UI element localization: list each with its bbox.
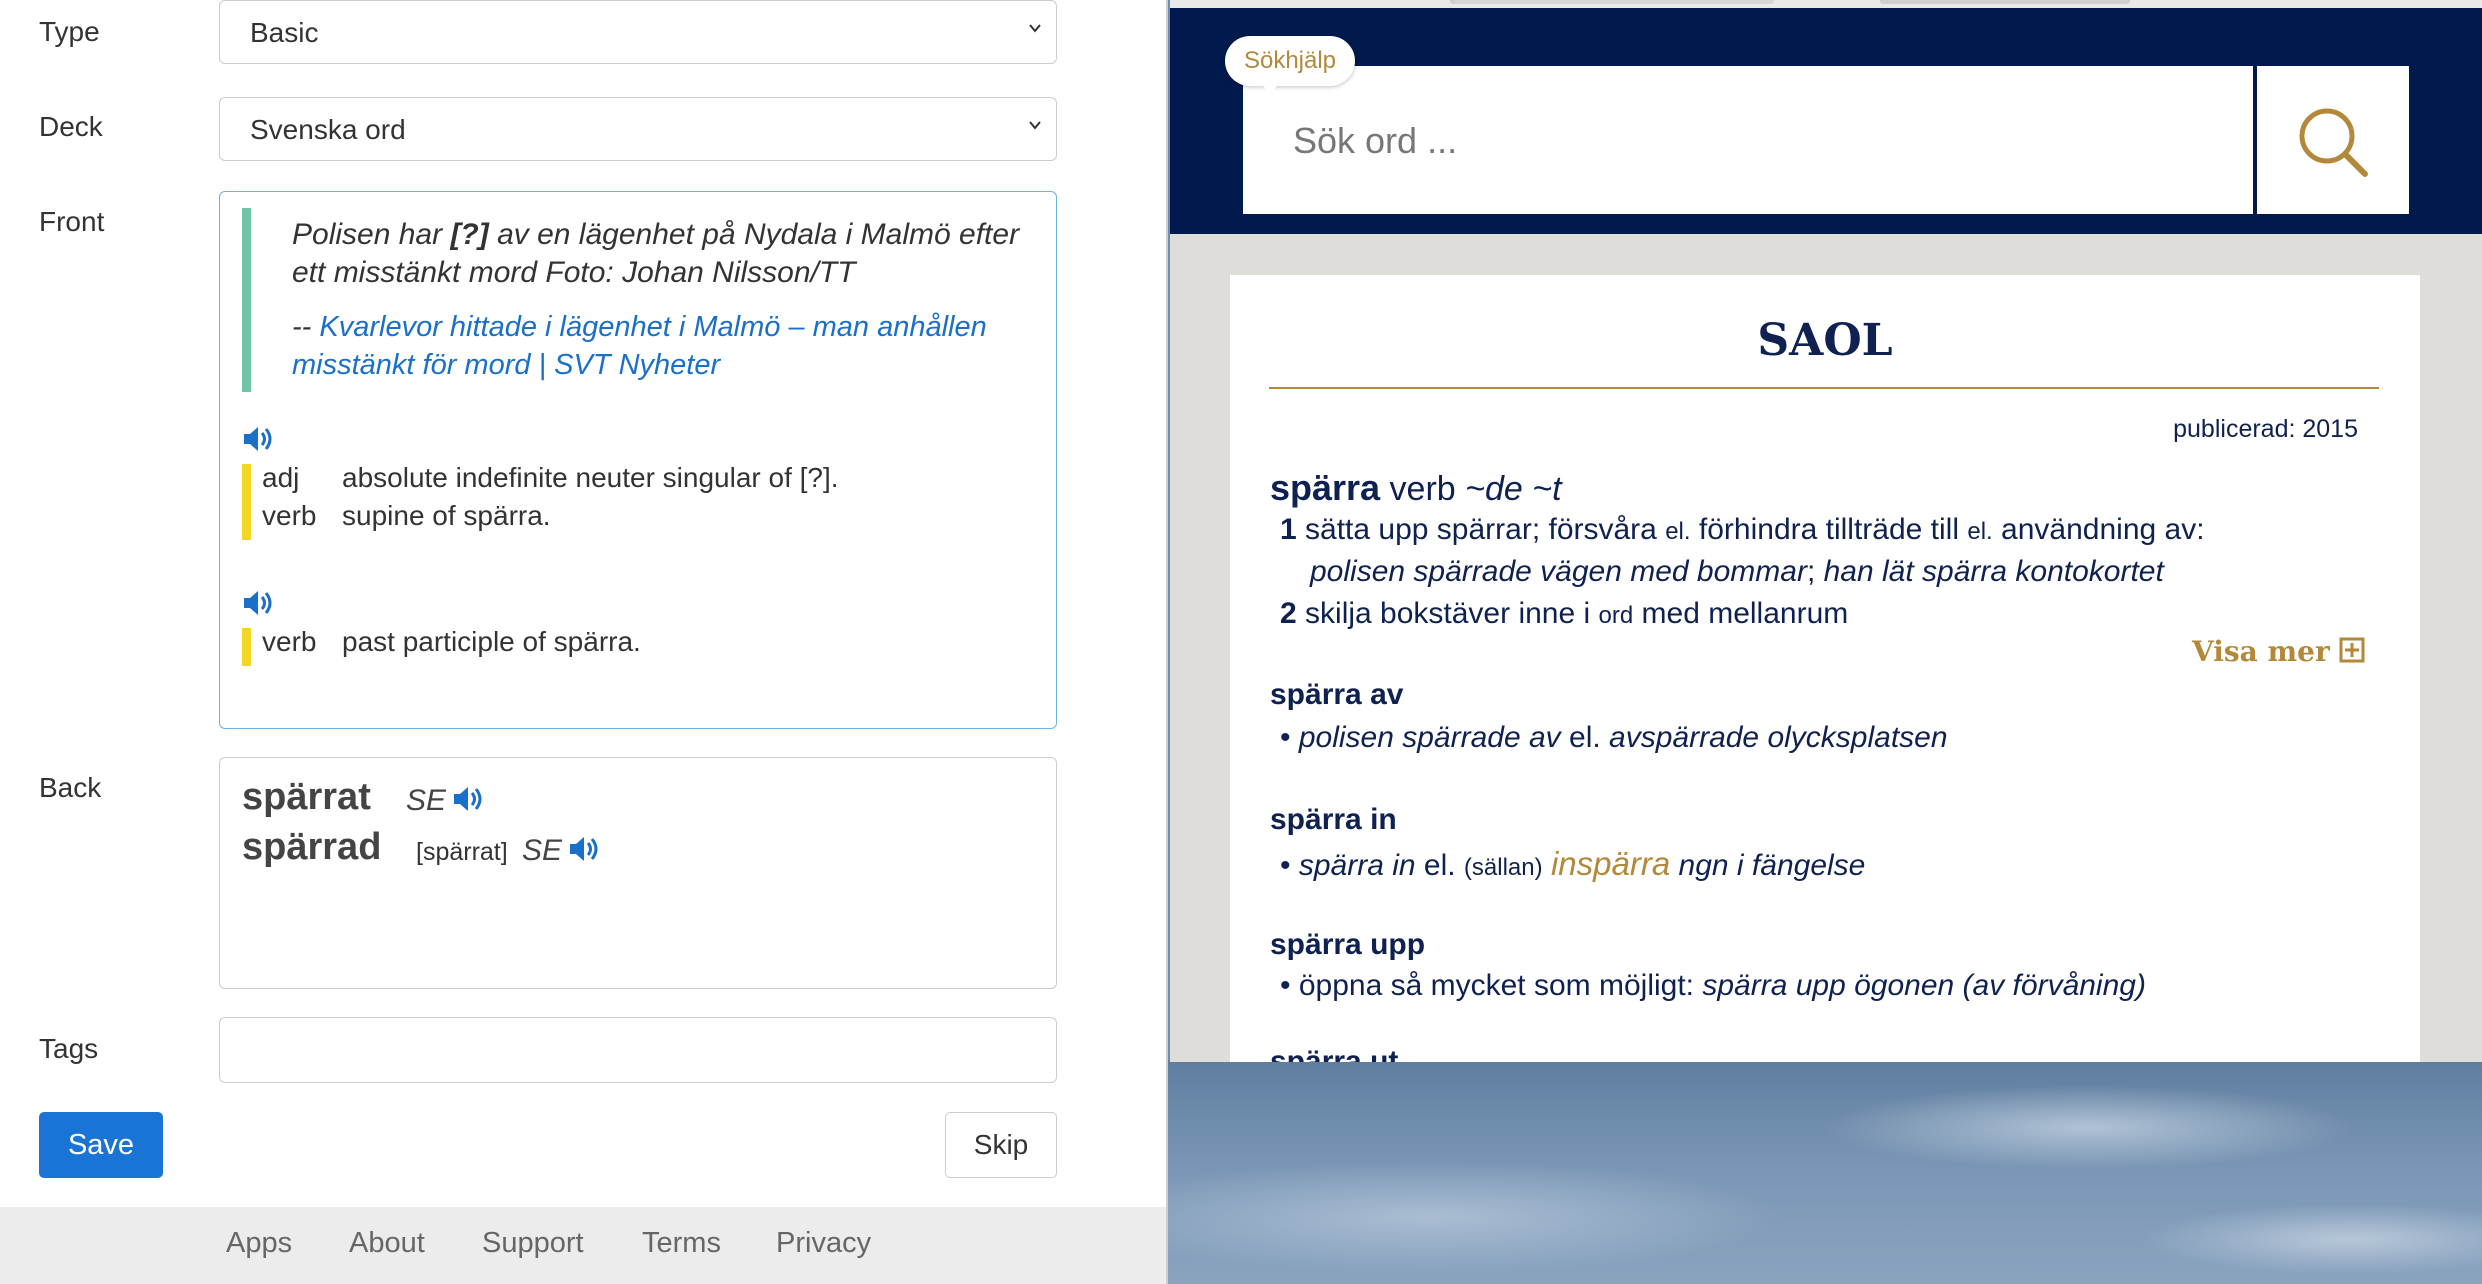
dictionary-card: SAOL publicerad: 2015 spärra verb ~de ~t… (1230, 275, 2420, 1062)
source-link[interactable]: Kvarlevor hittade i lägenhet i Malmö – m… (292, 311, 987, 381)
tags-label: Tags (39, 1033, 99, 1064)
back-word: spärrad (242, 826, 382, 868)
back-label: Back (39, 772, 102, 803)
phrase-example: • spärra in el. (sällan) inspärra ngn i … (1280, 845, 1866, 882)
type-label: Type (39, 16, 100, 47)
quote-text: Polisen har [?] av en lägenhet på Nydala… (292, 218, 1020, 289)
bubble-tail (1260, 82, 1280, 94)
def-gloss: absolute indefinite neuter singular of [… (342, 462, 839, 493)
footer-link-about[interactable]: About (349, 1227, 425, 1260)
plus-box-icon (2339, 637, 2365, 663)
type-select[interactable]: Basic (219, 0, 1057, 64)
skip-button[interactable]: Skip (945, 1112, 1057, 1178)
search-placeholder: Sök ord ... (1293, 120, 1458, 161)
type-select-value: Basic (250, 17, 319, 48)
definition-bar (242, 628, 251, 666)
deck-select-value: Svenska ord (250, 114, 406, 145)
search-input[interactable]: Sök ord ... (1243, 66, 2253, 214)
word-class: verb (1389, 470, 1456, 508)
speaker-icon[interactable] (242, 424, 276, 454)
title-divider (1269, 387, 2379, 389)
footer-link-terms[interactable]: Terms (642, 1227, 721, 1260)
back-word: spärrat (242, 776, 371, 818)
cross-reference-link[interactable]: inspärra (1551, 845, 1670, 882)
headword: spärra (1270, 467, 1381, 508)
footer-link-apps[interactable]: Apps (226, 1227, 292, 1260)
dictionary-title: SAOL (1757, 315, 1893, 366)
phrase-head: spärra av (1270, 678, 1404, 711)
search-help-button[interactable]: Sökhjälp (1225, 36, 1355, 86)
sense-1-example: polisen spärrade vägen med bommar; han l… (1310, 555, 2164, 588)
browser-tab[interactable] (1454, 0, 1774, 4)
sense-2: 2 skilja bokstäver inne i ord med mellan… (1280, 597, 1849, 630)
browser-top-strip (1170, 0, 2482, 8)
lang-tag: SE (406, 784, 447, 817)
back-note: [spärrat] (416, 838, 508, 866)
chevron-down-icon (1029, 121, 1041, 130)
search-icon (2299, 108, 2368, 177)
phrase-example: • öppna så mycket som möjligt: spärra up… (1280, 969, 2146, 1002)
inflection-forms: ~de ~t (1465, 470, 1562, 508)
speaker-icon[interactable] (452, 784, 486, 814)
def-pos: adj (262, 462, 300, 493)
show-more-button[interactable]: Visa mer (2192, 635, 2365, 668)
sense-1: 1 sätta upp spärrar; försvåra el. förhin… (1280, 513, 2205, 546)
quote-source: -- Kvarlevor hittade i lägenhet i Malmö … (292, 311, 987, 381)
desktop-wallpaper (1168, 1060, 2482, 1284)
def-gloss: supine of spärra. (342, 500, 551, 531)
def-gloss: past participle of spärra. (342, 626, 641, 657)
speaker-icon[interactable] (242, 588, 276, 618)
show-more-label: Visa mer (2192, 635, 2330, 668)
saol-header: Sök ord ... Sökhjälp (1170, 8, 2482, 234)
phrase-head: spärra upp (1270, 928, 1426, 961)
deck-select[interactable]: Svenska ord (219, 97, 1057, 161)
front-label: Front (39, 206, 105, 237)
phrase-head: spärra in (1270, 803, 1397, 836)
speaker-icon[interactable] (568, 834, 602, 864)
saol-popup-window: Sök ord ... Sökhjälp SAOL publicerad: 20… (1170, 0, 2482, 1062)
save-button[interactable]: Save (39, 1112, 163, 1178)
chevron-down-icon (1029, 24, 1041, 33)
def-pos: verb (262, 500, 317, 531)
phrase-head: spärra ut (1270, 1045, 1399, 1062)
phrase-example: • polisen spärrade av el. avspärrade oly… (1280, 721, 1948, 754)
deck-label: Deck (39, 111, 103, 142)
search-button[interactable] (2257, 66, 2409, 214)
tags-input[interactable] (219, 1017, 1057, 1083)
headword-line: spärra verb ~de ~t (1270, 467, 1562, 509)
footer: Apps About Support Terms Privacy (0, 1207, 1166, 1284)
published-date: publicerad: 2015 (2173, 415, 2358, 443)
quote-bar (242, 208, 251, 392)
front-field[interactable]: Polisen har [?] av en lägenhet på Nydala… (219, 191, 1057, 729)
footer-link-privacy[interactable]: Privacy (776, 1227, 871, 1260)
lang-tag: SE (522, 834, 563, 867)
footer-link-support[interactable]: Support (482, 1227, 584, 1260)
back-field[interactable]: spärrat SE spärrad [spärrat] SE (219, 757, 1057, 989)
def-pos: verb (262, 626, 317, 657)
browser-tab[interactable] (1880, 0, 2130, 4)
add-note-panel: Type Basic Deck Svenska ord Front Polise… (0, 0, 1168, 1284)
definition-bar (242, 464, 251, 540)
